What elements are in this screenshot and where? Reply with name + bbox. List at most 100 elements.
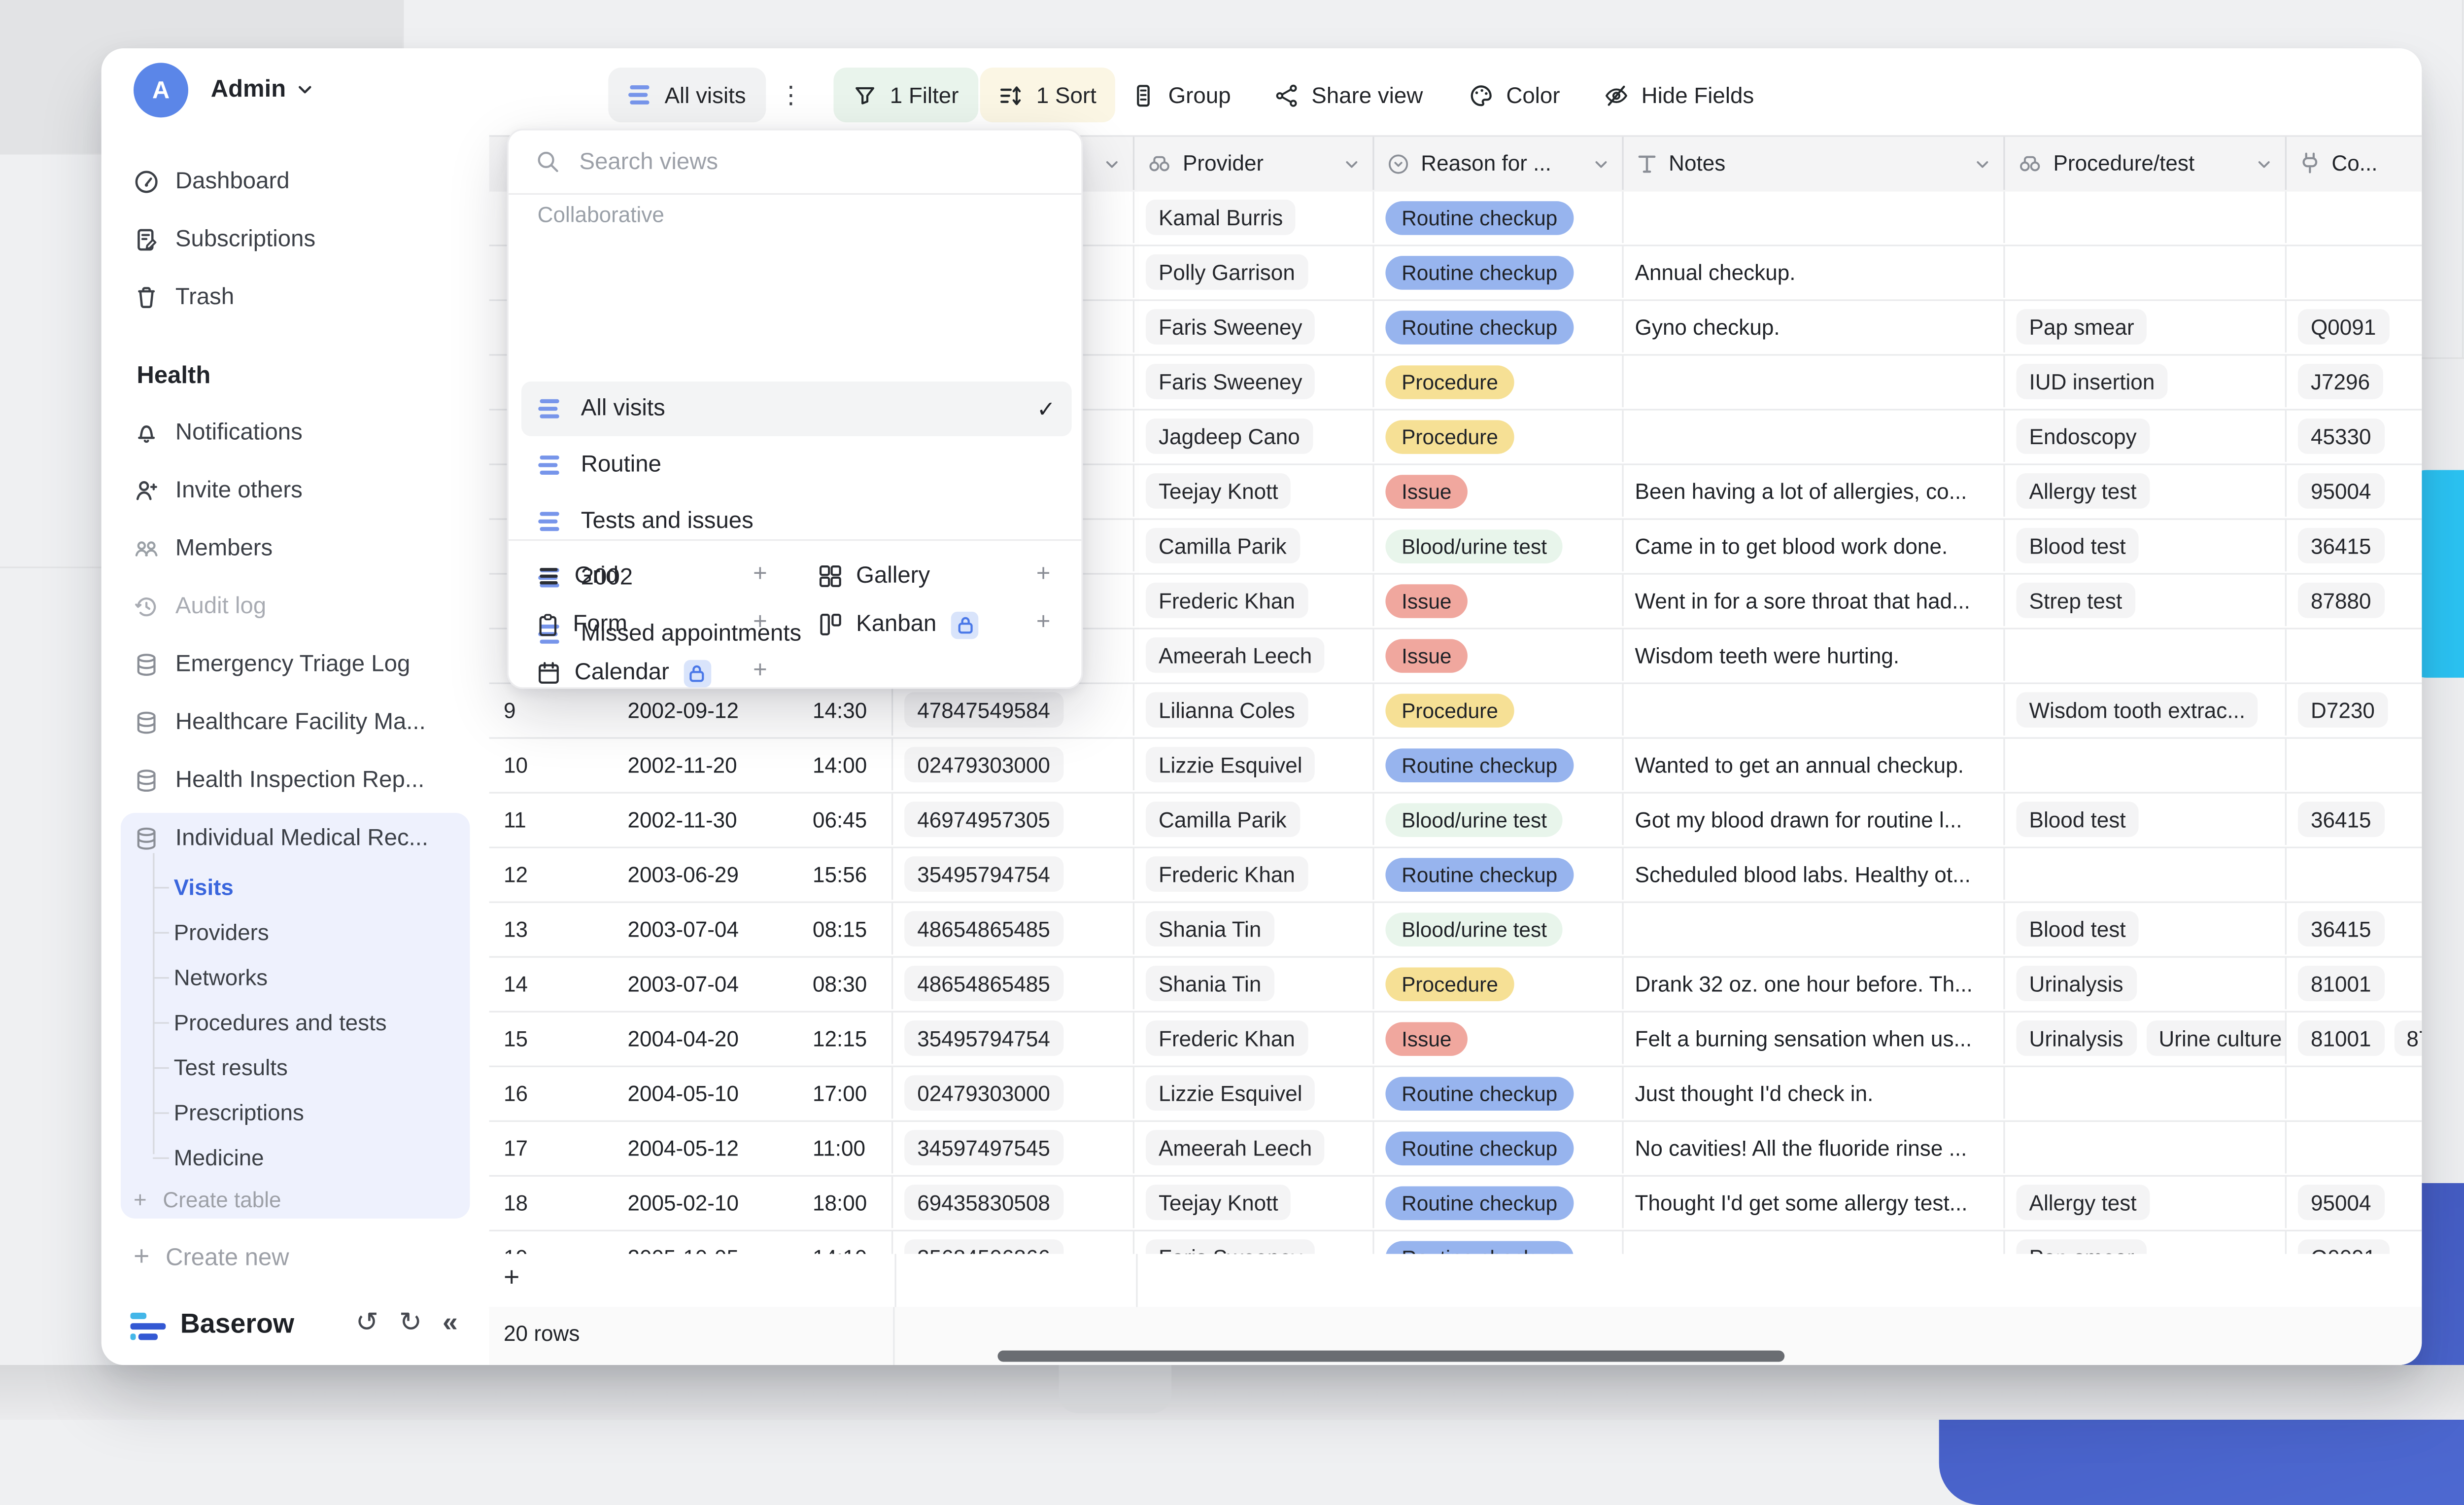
color-button[interactable]: Color	[1469, 68, 1560, 122]
cell-code[interactable]	[2287, 848, 2422, 900]
sidebar-table-visits[interactable]: Visits	[174, 871, 234, 903]
view-type-grid[interactable]: Grid	[538, 552, 619, 600]
chevron-down-icon[interactable]	[1975, 155, 1991, 172]
cell-procedure[interactable]: Strep test	[2005, 575, 2287, 626]
cell-row-meta[interactable]: 10 2002-11-20 14:00	[489, 739, 893, 790]
cell-reason[interactable]: Procedure	[1374, 684, 1624, 735]
cell-reason[interactable]: Routine checkup	[1374, 1067, 1624, 1119]
cell-phone[interactable]: 02479303000	[893, 739, 1134, 790]
sidebar-table-test-results[interactable]: Test results	[174, 1051, 288, 1083]
cell-procedure[interactable]: Pap smear	[2005, 301, 2287, 352]
cell-reason[interactable]: Routine checkup	[1374, 739, 1624, 790]
cell-procedure[interactable]	[2005, 739, 2287, 790]
cell-phone[interactable]: 47847549584	[893, 684, 1134, 735]
sidebar-table-medicine[interactable]: Medicine	[174, 1141, 264, 1173]
cell-notes[interactable]: Been having a lot of allergies, co...	[1624, 465, 2005, 517]
header-notes[interactable]: Notes	[1624, 137, 2005, 190]
cell-reason[interactable]: Blood/urine test	[1374, 794, 1624, 845]
cell-code[interactable]	[2287, 1067, 2422, 1119]
cell-notes[interactable]: Annual checkup.	[1624, 246, 2005, 298]
redo-icon[interactable]: ↻	[399, 1307, 422, 1339]
cell-reason[interactable]: Blood/urine test	[1374, 903, 1624, 954]
cell-procedure[interactable]	[2005, 848, 2287, 900]
cell-row-meta[interactable]: 13 2003-07-04 08:15	[489, 903, 893, 954]
cell-row-meta[interactable]: 15 2004-04-20 12:15	[489, 1013, 893, 1064]
sidebar-item-subscriptions[interactable]: Subscriptions	[134, 220, 315, 259]
cell-provider[interactable]: Shania Tin	[1134, 958, 1374, 1009]
share-view-button[interactable]: Share view	[1274, 68, 1423, 122]
cell-reason[interactable]: Issue	[1374, 1013, 1624, 1064]
chevron-down-icon[interactable]	[2256, 155, 2272, 172]
filter-button[interactable]: 1 Filter	[833, 68, 978, 122]
cell-provider[interactable]: Frederic Khan	[1134, 848, 1374, 900]
cell-notes[interactable]: Felt a burning sensation when us...	[1624, 1013, 2005, 1064]
cell-procedure[interactable]: IUD insertion	[2005, 356, 2287, 407]
cell-reason[interactable]: Routine checkup	[1374, 1177, 1624, 1228]
cell-notes[interactable]: Scheduled blood labs. Healthy ot...	[1624, 848, 2005, 900]
sidebar-item-trash[interactable]: Trash	[134, 279, 234, 317]
chevron-down-icon[interactable]	[1593, 155, 1609, 172]
cell-provider[interactable]: Frederic Khan	[1134, 1013, 1374, 1064]
view-options-kebab[interactable]: ⋮	[779, 68, 803, 122]
cell-provider[interactable]: Shania Tin	[1134, 903, 1374, 954]
horizontal-scrollbar[interactable]	[997, 1351, 1784, 1362]
cell-reason[interactable]: Blood/urine test	[1374, 520, 1624, 571]
view-type-form[interactable]: Form	[538, 600, 627, 649]
cell-procedure[interactable]	[2005, 1067, 2287, 1119]
group-button[interactable]: Group	[1131, 68, 1231, 122]
cell-notes[interactable]	[1624, 684, 2005, 735]
cell-procedure[interactable]: Blood test	[2005, 520, 2287, 571]
cell-notes[interactable]: Wisdom teeth were hurting.	[1624, 630, 2005, 681]
header-procedure-test[interactable]: Procedure/test	[2005, 137, 2287, 190]
cell-provider[interactable]: Teejay Knott	[1134, 465, 1374, 517]
cell-notes[interactable]: Gyno checkup.	[1624, 301, 2005, 352]
cell-reason[interactable]: Routine checkup	[1374, 246, 1624, 298]
cell-code[interactable]: 36415	[2287, 794, 2422, 845]
view-type-kanban[interactable]: Kanban	[819, 600, 978, 649]
cell-code[interactable]	[2287, 192, 2422, 243]
cell-notes[interactable]: Drank 32 oz. one hour before. Th...	[1624, 958, 2005, 1009]
chevron-down-icon[interactable]	[1104, 155, 1120, 172]
cell-reason[interactable]: Procedure	[1374, 958, 1624, 1009]
sidebar-item-invite-others[interactable]: Invite others	[134, 472, 303, 510]
cell-reason[interactable]: Routine checkup	[1374, 1122, 1624, 1173]
cell-row-meta[interactable]: 17 2004-05-12 11:00	[489, 1122, 893, 1173]
sidebar-item-health-inspection[interactable]: Health Inspection Rep...	[134, 761, 424, 800]
header-reason[interactable]: Reason for ...	[1374, 137, 1624, 190]
cell-phone[interactable]: 34597497545	[893, 1122, 1134, 1173]
sidebar-item-individual-medical-records[interactable]: Individual Medical Rec...	[134, 819, 428, 858]
add-kanban-view-button[interactable]: +	[1036, 608, 1051, 636]
cell-row-meta[interactable]: 18 2005-02-10 18:00	[489, 1177, 893, 1228]
add-grid-view-button[interactable]: +	[753, 560, 767, 588]
cell-row-meta[interactable]: 14 2003-07-04 08:30	[489, 958, 893, 1009]
sidebar-item-members[interactable]: Members	[134, 529, 273, 568]
view-list-item[interactable]: Routine	[521, 438, 1072, 492]
cell-provider[interactable]: Teejay Knott	[1134, 1177, 1374, 1228]
cell-procedure[interactable]: Allergy test	[2005, 1177, 2287, 1228]
cell-code[interactable]	[2287, 1122, 2422, 1173]
cell-reason[interactable]: Routine checkup	[1374, 848, 1624, 900]
sidebar-table-networks[interactable]: Networks	[174, 961, 268, 993]
cell-provider[interactable]: Faris Sweeney	[1134, 356, 1374, 407]
cell-code[interactable]: 45330	[2287, 411, 2422, 462]
header-provider[interactable]: Provider	[1134, 137, 1374, 190]
cell-provider[interactable]: Faris Sweeney	[1134, 301, 1374, 352]
cell-provider[interactable]: Camilla Parik	[1134, 520, 1374, 571]
cell-code[interactable]: 81001	[2287, 958, 2422, 1009]
cell-procedure[interactable]	[2005, 1122, 2287, 1173]
cell-notes[interactable]: No cavities! All the fluoride rinse ...	[1624, 1122, 2005, 1173]
cell-reason[interactable]: Issue	[1374, 465, 1624, 517]
cell-code[interactable]: 8100187	[2287, 1013, 2422, 1064]
cell-procedure[interactable]	[2005, 246, 2287, 298]
cell-procedure[interactable]: Allergy test	[2005, 465, 2287, 517]
cell-notes[interactable]	[1624, 903, 2005, 954]
cell-notes[interactable]	[1624, 356, 2005, 407]
cell-procedure[interactable]: Urinalysis	[2005, 958, 2287, 1009]
cell-code[interactable]: D7230	[2287, 684, 2422, 735]
cell-notes[interactable]: Went in for a sore throat that had...	[1624, 575, 2005, 626]
cell-provider[interactable]: Ameerah Leech	[1134, 1122, 1374, 1173]
sidebar-table-providers[interactable]: Providers	[174, 916, 269, 948]
cell-phone[interactable]: 02479303000	[893, 1067, 1134, 1119]
cell-code[interactable]: 95004	[2287, 465, 2422, 517]
cell-procedure[interactable]: Blood test	[2005, 794, 2287, 845]
